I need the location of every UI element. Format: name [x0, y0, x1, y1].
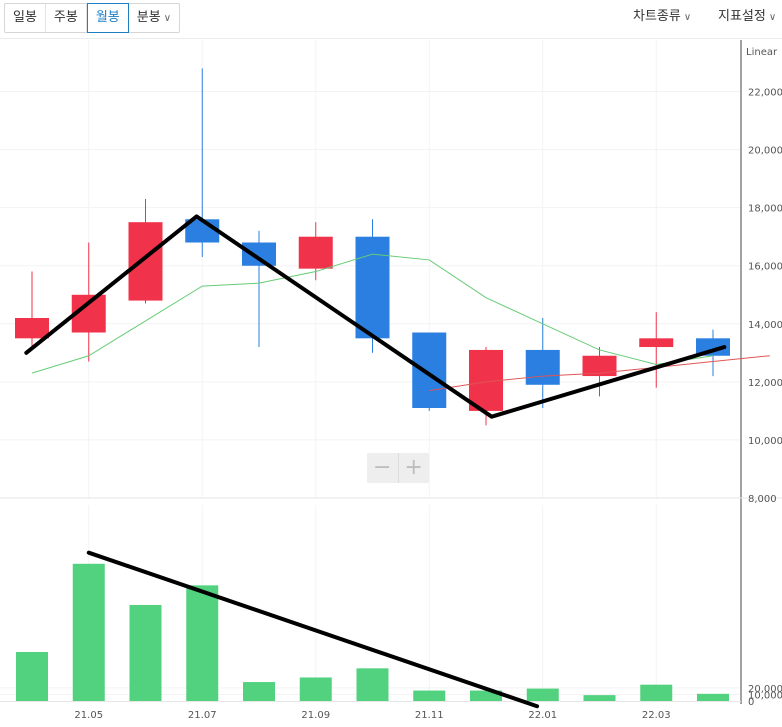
volume-bar — [697, 693, 729, 701]
candle-body — [412, 332, 447, 408]
volume-bar — [186, 585, 219, 701]
zoom-out-button[interactable]: − — [367, 453, 398, 483]
x-tick-label: 21.11 — [415, 710, 444, 721]
price-tick-label: 10,000 — [748, 436, 782, 447]
price-candles — [15, 68, 730, 426]
volume-bar — [72, 563, 105, 701]
volume-bars — [16, 563, 729, 701]
volume-bar — [583, 695, 616, 701]
candle-body — [15, 318, 49, 339]
candle-body — [355, 236, 390, 339]
volume-bar — [299, 677, 332, 701]
candle-body — [128, 222, 163, 301]
volume-bar — [16, 652, 48, 701]
candle-body — [639, 338, 674, 348]
candle — [355, 219, 390, 353]
volume-bar — [526, 688, 559, 701]
x-tick-label: 22.03 — [642, 710, 671, 721]
candle — [525, 318, 560, 408]
price-tick-label: 12,000 — [748, 378, 782, 389]
candle — [128, 198, 163, 304]
scale-label: Linear — [746, 47, 778, 58]
price-tick-label: 18,000 — [748, 204, 782, 215]
volume-bar — [243, 682, 275, 701]
price-tick-label: 8,000 — [748, 494, 777, 505]
x-tick-label: 21.07 — [188, 710, 217, 721]
zoom-controls: − + — [367, 453, 429, 483]
candle — [15, 271, 49, 348]
price-tick-label: 22,000 — [748, 88, 782, 99]
zoom-in-button[interactable]: + — [397, 453, 430, 483]
volume-tick-label: 0 — [748, 697, 754, 708]
x-tick-label: 21.05 — [74, 710, 103, 721]
candle-body — [298, 236, 333, 269]
stock-chart: 22,000 20,000 18,000 16,000 14,000 12,000 10,0… — [0, 40, 782, 721]
chart-axes — [0, 40, 782, 704]
x-tick-label: 21.09 — [301, 710, 330, 721]
candle-body — [242, 242, 276, 266]
volume-bar — [413, 690, 446, 701]
volume-bar — [129, 604, 162, 701]
price-tick-label: 14,000 — [748, 320, 782, 331]
price-tick-label: 16,000 — [748, 262, 782, 273]
candle-body — [525, 349, 560, 385]
x-tick-label: 22.01 — [528, 710, 557, 721]
price-tick-label: 20,000 — [748, 146, 782, 157]
candle — [412, 332, 447, 411]
volume-bar — [640, 684, 673, 701]
volume-bar — [356, 668, 389, 701]
